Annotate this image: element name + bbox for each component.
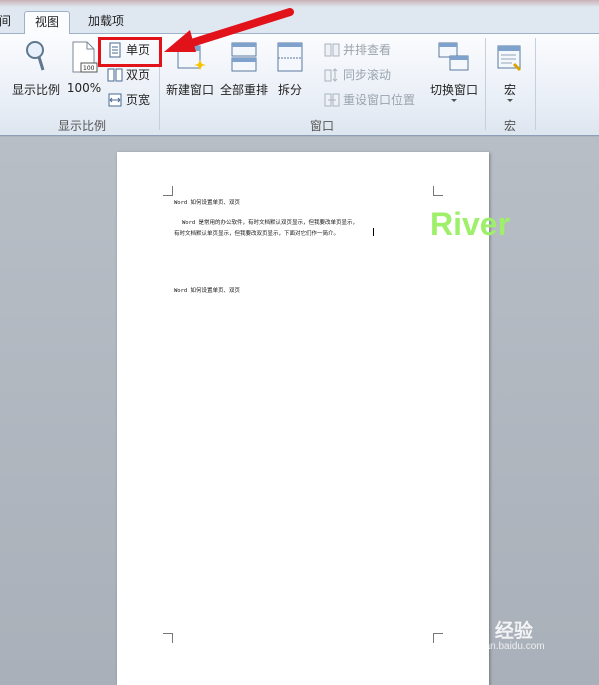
margin-corner-mark — [433, 186, 443, 196]
reset-position-label: 重设窗口位置 — [343, 93, 416, 107]
switch-windows-label: 切换窗口 — [429, 83, 478, 97]
sync-scroll-label: 同步滚动 — [343, 68, 392, 82]
dropdown-arrow-icon — [507, 99, 513, 102]
watermark-text: River — [430, 206, 511, 242]
tab-view[interactable]: 视图 — [24, 11, 70, 35]
sync-scroll-button[interactable]: 同步滚动 — [324, 65, 404, 85]
doc-heading: Word 如何设置单页、双页 — [174, 200, 241, 206]
new-window-label: 新建窗口 — [165, 83, 214, 97]
page-width-icon — [108, 93, 122, 107]
baidu-url-text: jingyan.baidu.com — [464, 641, 545, 652]
ribbon-panel: 显示比例 100 100% 单页 双页 页宽 显示比例 新建窗口 全部重排 拆分… — [0, 34, 599, 136]
ribbon-tab-row: 间 视图 加载项 — [0, 7, 599, 35]
zoom-100-label: 100% — [66, 81, 102, 95]
switch-windows-icon — [438, 42, 469, 71]
macro-icon — [497, 45, 522, 72]
svg-text:100: 100 — [83, 65, 95, 72]
text-caret — [373, 228, 374, 236]
switch-windows-button[interactable]: 切换窗口 — [428, 38, 480, 110]
zoom-button-label: 显示比例 — [11, 83, 60, 97]
tab-addins[interactable]: 加载项 — [78, 11, 134, 34]
split-label: 拆分 — [277, 83, 302, 97]
macro-group-label: 宏 — [503, 119, 516, 133]
reset-position-icon — [324, 93, 340, 107]
margin-corner-mark — [163, 186, 173, 196]
baidu-jingyan-logo: Bai 经验 jingyan.baidu.com — [460, 616, 596, 656]
tab-review-partial[interactable]: 间 — [0, 11, 16, 34]
side-by-side-icon — [324, 43, 340, 57]
two-pages-label: 双页 — [126, 68, 151, 82]
window-group-label: 窗口 — [309, 119, 334, 133]
annotation-arrow — [164, 8, 294, 52]
doc-heading: Word 如何设置单页、双页 — [174, 288, 241, 294]
doc-paragraph-line: Word 是常用的办公软件，有时文档默认双页显示，但我要改单页显示， — [182, 220, 359, 226]
group-separator — [485, 38, 486, 130]
side-by-side-button[interactable]: 并排查看 — [324, 40, 404, 60]
two-pages-button[interactable]: 双页 — [107, 65, 157, 85]
zoom-group-label: 显示比例 — [57, 119, 106, 133]
arrange-all-label: 全部重排 — [219, 83, 268, 97]
document-100-icon: 100 — [72, 41, 98, 73]
margin-corner-mark — [163, 633, 173, 643]
annotation-highlight-box — [98, 37, 162, 67]
two-pages-icon — [107, 68, 123, 82]
baidu-logo-text: Bai 经验 — [460, 621, 533, 642]
zoom-button[interactable]: 显示比例 — [8, 38, 64, 100]
page-width-button[interactable]: 页宽 — [107, 90, 157, 110]
side-by-side-label: 并排查看 — [343, 43, 392, 57]
margin-corner-mark — [433, 633, 443, 643]
doc-paragraph-line: 有时文档默认单页显示，但我要改双页显示，下面对它们作一简介。 — [174, 231, 340, 237]
macros-label: 宏 — [503, 83, 516, 97]
group-separator — [535, 38, 536, 130]
zoom-100-button[interactable]: 100 100% — [66, 38, 102, 100]
reset-window-position-button[interactable]: 重设窗口位置 — [324, 90, 424, 110]
dropdown-arrow-icon — [451, 99, 457, 102]
sync-scroll-icon — [324, 68, 338, 82]
magnifier-icon — [26, 41, 45, 71]
macros-button[interactable]: 宏 — [490, 38, 530, 110]
page-width-label: 页宽 — [126, 93, 151, 107]
title-bar-strip — [0, 0, 599, 7]
